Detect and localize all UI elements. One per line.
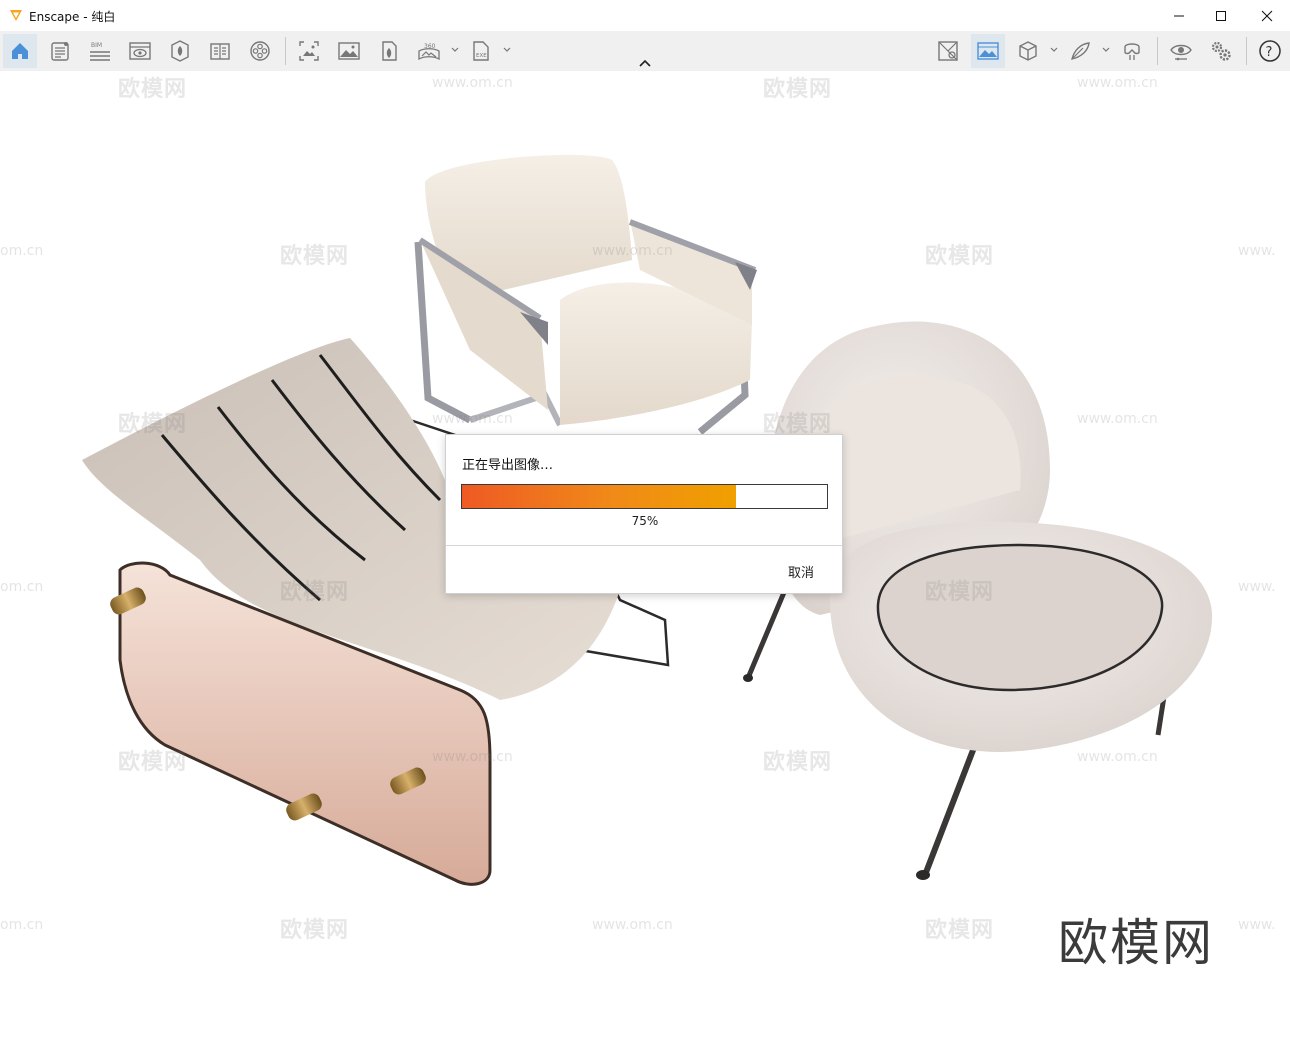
watermark-url: om.cn [0,579,44,595]
settings-button[interactable] [1204,34,1238,68]
watermark-brand: 欧模网 [280,244,350,269]
watermark-brand: 欧模网 [280,580,350,605]
svg-text:EXE: EXE [476,53,487,59]
home-button[interactable] [3,34,37,68]
sky-image-icon [977,42,999,60]
watermark-brand: 欧模网 [763,750,833,775]
watermark-url: www.om.cn [592,917,673,933]
book-button[interactable] [203,34,237,68]
chevron-down-icon[interactable] [450,45,460,55]
panorama-icon [382,41,397,61]
export-exe-button[interactable]: EXE [464,34,498,68]
watermark-url: om.cn [0,917,44,933]
panorama-button[interactable] [372,34,406,68]
sky-image-button[interactable] [971,34,1005,68]
help-icon: ? [1259,40,1281,62]
help-button[interactable]: ? [1253,34,1287,68]
watermark-url: www.om.cn [432,411,513,427]
window-title: Enscape - 纯白 [29,10,116,24]
toolbar-separator [285,37,286,65]
watermark-url: www. [1238,579,1276,595]
progress-bar [461,484,828,509]
watermark-url: www. [1238,917,1276,933]
dialog-message: 正在导出图像… [462,458,554,473]
enscape-logo-icon [10,10,22,21]
cube-icon [1019,41,1037,61]
visual-settings-button[interactable] [1164,34,1198,68]
svg-text:?: ? [1266,45,1273,60]
watermark-url: www.om.cn [1077,749,1158,765]
svg-text:BIM: BIM [91,42,102,49]
watermark-url: www.om.cn [432,75,513,91]
chevron-up-icon[interactable] [637,58,653,70]
maximize-icon [1216,10,1226,21]
maximize-button[interactable] [1198,0,1244,31]
watermark-url: www.om.cn [432,749,513,765]
map-button[interactable] [931,34,965,68]
chevron-down-icon[interactable] [1101,45,1111,55]
cancel-button[interactable]: 取消 [788,562,814,581]
watermark-url: www.om.cn [1077,411,1158,427]
watermark-brand: 欧模网 [925,244,995,269]
watermark-url: www.om.cn [592,243,673,259]
image-button[interactable] [332,34,366,68]
feather-button[interactable] [1063,34,1097,68]
vr-headset-icon [1124,43,1140,60]
corner-brand-watermark: 欧模网 [1058,914,1214,972]
chevron-down-icon[interactable] [502,45,512,55]
watermark-brand: 欧模网 [763,77,833,102]
document-list-button[interactable] [43,34,77,68]
close-button[interactable] [1244,0,1290,31]
feather-icon [1071,42,1090,60]
watermark-brand: 欧模网 [118,77,188,102]
visual-settings-eye-icon [1170,44,1192,61]
panorama-360-button[interactable]: 360 [412,34,446,68]
screenshot-icon [299,41,319,61]
bim-icon: BIM [90,42,110,61]
vr-headset-button[interactable] [1115,34,1149,68]
export-progress-dialog: 正在导出图像… 75% 取消 [445,434,843,594]
progress-fill [462,485,736,508]
home-icon [12,43,28,59]
watermark-brand: 欧模网 [118,750,188,775]
view-button[interactable] [123,34,157,68]
watermark-brand: 欧模网 [925,580,995,605]
watermark-url: www. [1238,243,1276,259]
white-armchair [414,154,757,435]
panorama-360-icon: 360 [418,43,440,61]
close-icon [1261,10,1273,21]
export-exe-icon: EXE [473,41,489,61]
book-icon [210,43,230,60]
image-icon [338,42,360,60]
watermark-url: om.cn [0,243,44,259]
asset-library-icon [171,40,189,62]
minimize-button[interactable] [1156,0,1202,31]
progress-percent: 75% [631,514,659,528]
watermark-brand: 欧模网 [925,918,995,943]
map-icon [938,41,958,61]
minimize-icon [1174,15,1184,16]
gears-icon [1211,41,1231,61]
screenshot-button[interactable] [292,34,326,68]
asset-library-button[interactable] [163,34,197,68]
material-reel-icon [250,41,270,61]
watermark-brand: 欧模网 [280,918,350,943]
dialog-divider [446,545,842,546]
material-reel-button[interactable] [243,34,277,68]
view-eye-icon [129,42,151,60]
toolbar-separator [1157,37,1158,65]
bim-button[interactable]: BIM [83,34,117,68]
cube-button[interactable] [1011,34,1045,68]
title-bar: Enscape - 纯白 [0,0,1290,31]
watermark-brand: 欧模网 [118,412,188,437]
watermark-url: www.om.cn [1077,75,1158,91]
document-list-icon [51,42,69,61]
chevron-down-icon[interactable] [1049,45,1059,55]
toolbar-separator [1246,37,1247,65]
